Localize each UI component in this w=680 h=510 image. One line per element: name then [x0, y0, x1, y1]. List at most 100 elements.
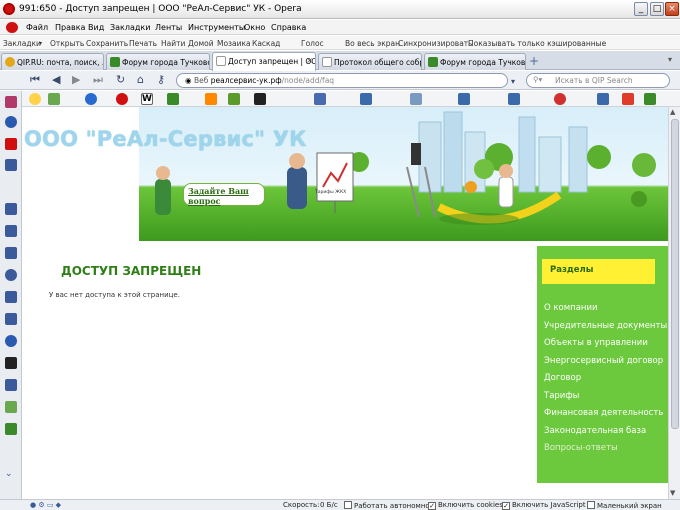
- tool-icon-2[interactable]: [360, 93, 372, 105]
- toolbar-bookmarks[interactable]: Закладки: [3, 39, 41, 48]
- home-icon[interactable]: ⌂: [137, 74, 144, 86]
- search-input[interactable]: ⚲▾ Искать в QIP Search: [526, 73, 670, 88]
- menu-bookmarks[interactable]: Закладки: [110, 23, 150, 32]
- sidebar-item-contract[interactable]: Договор: [544, 373, 581, 383]
- cloud-icon[interactable]: [5, 291, 17, 303]
- menu-window[interactable]: Окно: [244, 23, 265, 32]
- site-icon-3[interactable]: [228, 93, 240, 105]
- opera-panel-icon[interactable]: [5, 138, 17, 150]
- address-field[interactable]: ◉ Веб реалсервис-ук.рф/node/add/faq: [176, 73, 508, 88]
- tool-icon-7[interactable]: [597, 93, 609, 105]
- scroll-down-icon[interactable]: ▼: [670, 489, 675, 497]
- panel-icon-4[interactable]: [5, 401, 17, 413]
- panel-icon-3[interactable]: [5, 379, 17, 391]
- fast-forward-icon[interactable]: ⏭: [93, 74, 103, 86]
- opera-icon[interactable]: [116, 93, 128, 105]
- rewind-icon[interactable]: ⏮: [30, 74, 40, 86]
- sidebar-item-faq[interactable]: Вопросы-ответы: [544, 443, 618, 453]
- menu-feeds[interactable]: Ленты: [155, 23, 182, 32]
- toolbar-home[interactable]: Домой: [188, 39, 214, 48]
- ask-question-link[interactable]: Задайте Ваш вопрос: [183, 183, 265, 206]
- small-screen-toggle[interactable]: Маленький экран: [587, 501, 662, 510]
- sidebar-item-finance[interactable]: Финансовая деятельность: [544, 408, 663, 418]
- forum-icon[interactable]: [48, 93, 60, 105]
- forward-icon[interactable]: ▶: [72, 74, 80, 86]
- sidebar-item-about[interactable]: О компании: [544, 303, 598, 313]
- menu-edit[interactable]: Правка: [55, 23, 85, 32]
- download-icon[interactable]: [5, 247, 17, 259]
- new-tab-icon[interactable]: +: [529, 54, 539, 68]
- address-dropdown-icon[interactable]: ▾: [511, 76, 515, 88]
- widget-icon[interactable]: [5, 313, 17, 325]
- tab-menu-icon[interactable]: ▾: [668, 55, 672, 64]
- panel-icon-5[interactable]: [5, 423, 17, 435]
- toolbar-cascade[interactable]: Каскад: [252, 39, 280, 48]
- sidebar-item-legislation[interactable]: Законодательная база: [544, 426, 646, 436]
- back-icon[interactable]: ◀: [52, 74, 60, 86]
- key-icon[interactable]: ⚷: [157, 74, 165, 86]
- scroll-up-icon[interactable]: ▲: [670, 108, 675, 116]
- panel-icon-2[interactable]: [5, 357, 17, 369]
- tab-access-denied[interactable]: Доступ запрещен | ОО... ×: [212, 52, 316, 71]
- site-icon[interactable]: [167, 93, 179, 105]
- sidebar-item-founding-docs[interactable]: Учредительные документы: [544, 321, 667, 331]
- close-window-icon[interactable]: ×: [665, 2, 679, 16]
- menu-help[interactable]: Справка: [271, 23, 306, 32]
- star-icon[interactable]: [5, 203, 17, 215]
- panel-icon[interactable]: [5, 96, 17, 108]
- javascript-toggle[interactable]: ✓ Включить JavaScript: [502, 501, 586, 510]
- mail-panel-icon[interactable]: [5, 159, 17, 171]
- maximize-icon[interactable]: □: [650, 2, 664, 16]
- toolbar-save[interactable]: Сохранить: [86, 39, 128, 48]
- qip-icon[interactable]: [29, 93, 41, 105]
- page-scrollbar[interactable]: ▲ ▼: [668, 107, 680, 499]
- toolbar-voice[interactable]: Голос: [301, 39, 324, 48]
- toolbar-sync[interactable]: Синхронизировать: [398, 39, 473, 48]
- notes-icon[interactable]: [5, 225, 17, 237]
- tab-forum-2[interactable]: Форум города Тучково ...: [424, 53, 526, 70]
- close-tab-icon[interactable]: ×: [306, 56, 313, 65]
- reload-icon[interactable]: ↻: [116, 74, 125, 86]
- tool-icon[interactable]: [314, 93, 326, 105]
- toolbar-find[interactable]: Найти: [161, 39, 185, 48]
- toolbar-open[interactable]: Открыть: [50, 39, 84, 48]
- opera-menu-icon[interactable]: [6, 22, 18, 33]
- panel-expand-icon[interactable]: ⌄: [5, 469, 17, 481]
- minimize-icon[interactable]: _: [634, 2, 648, 16]
- mail-icon[interactable]: [85, 93, 97, 105]
- scroll-thumb[interactable]: [671, 119, 679, 429]
- search-icon: ⚲▾: [533, 75, 543, 84]
- sidebar-item-managed-objects[interactable]: Объекты в управлении: [544, 338, 648, 348]
- status-icons[interactable]: ● ⚙ ▭ ◆: [30, 501, 61, 509]
- user-icon[interactable]: [5, 335, 17, 347]
- contact-icon[interactable]: [5, 116, 17, 128]
- menu-view[interactable]: Вид: [88, 23, 104, 32]
- tool-icon-6[interactable]: [554, 93, 566, 105]
- checkbox-checked-icon: ✓: [502, 502, 510, 510]
- sidebar-item-tariffs[interactable]: Тарифы: [544, 391, 579, 401]
- tool-icon-3[interactable]: [410, 93, 422, 105]
- history-icon[interactable]: [5, 269, 17, 281]
- toolbar-tile[interactable]: Мозаика: [217, 39, 251, 48]
- site-icon-2[interactable]: [205, 93, 217, 105]
- menu-file[interactable]: Файл: [26, 23, 48, 32]
- tool-icon-8[interactable]: [622, 93, 634, 105]
- tab-forum-1[interactable]: Форум города Тучково ...: [106, 53, 210, 70]
- chevron-down-icon[interactable]: ▾: [39, 40, 42, 47]
- tab-qip[interactable]: QIP.RU: почта, поиск, ...: [1, 53, 104, 70]
- site-brand[interactable]: ООО "РеАл-Сервис" УК: [24, 127, 307, 151]
- tool-icon-4[interactable]: [458, 93, 470, 105]
- wikipedia-icon[interactable]: W: [141, 93, 153, 105]
- menu-tools[interactable]: Инструменты: [188, 23, 245, 32]
- tool-icon-5[interactable]: [508, 93, 520, 105]
- toolbar-fullscreen[interactable]: Во весь экран: [345, 39, 400, 48]
- site-icon-4[interactable]: [254, 93, 266, 105]
- toolbar-cached-only[interactable]: Показывать только кэшированные: [468, 39, 606, 48]
- cookies-toggle[interactable]: ✓ Включить cookies: [428, 501, 503, 510]
- qip-favicon-icon: [5, 57, 15, 67]
- tool-icon-9[interactable]: [644, 93, 656, 105]
- toolbar-print[interactable]: Печать: [129, 39, 157, 48]
- offline-toggle[interactable]: Работать автономно: [344, 501, 430, 510]
- sidebar-item-energy-contract[interactable]: Энергосервисный договор: [544, 356, 663, 366]
- tab-protocol[interactable]: Протокол общего собр...: [318, 53, 422, 70]
